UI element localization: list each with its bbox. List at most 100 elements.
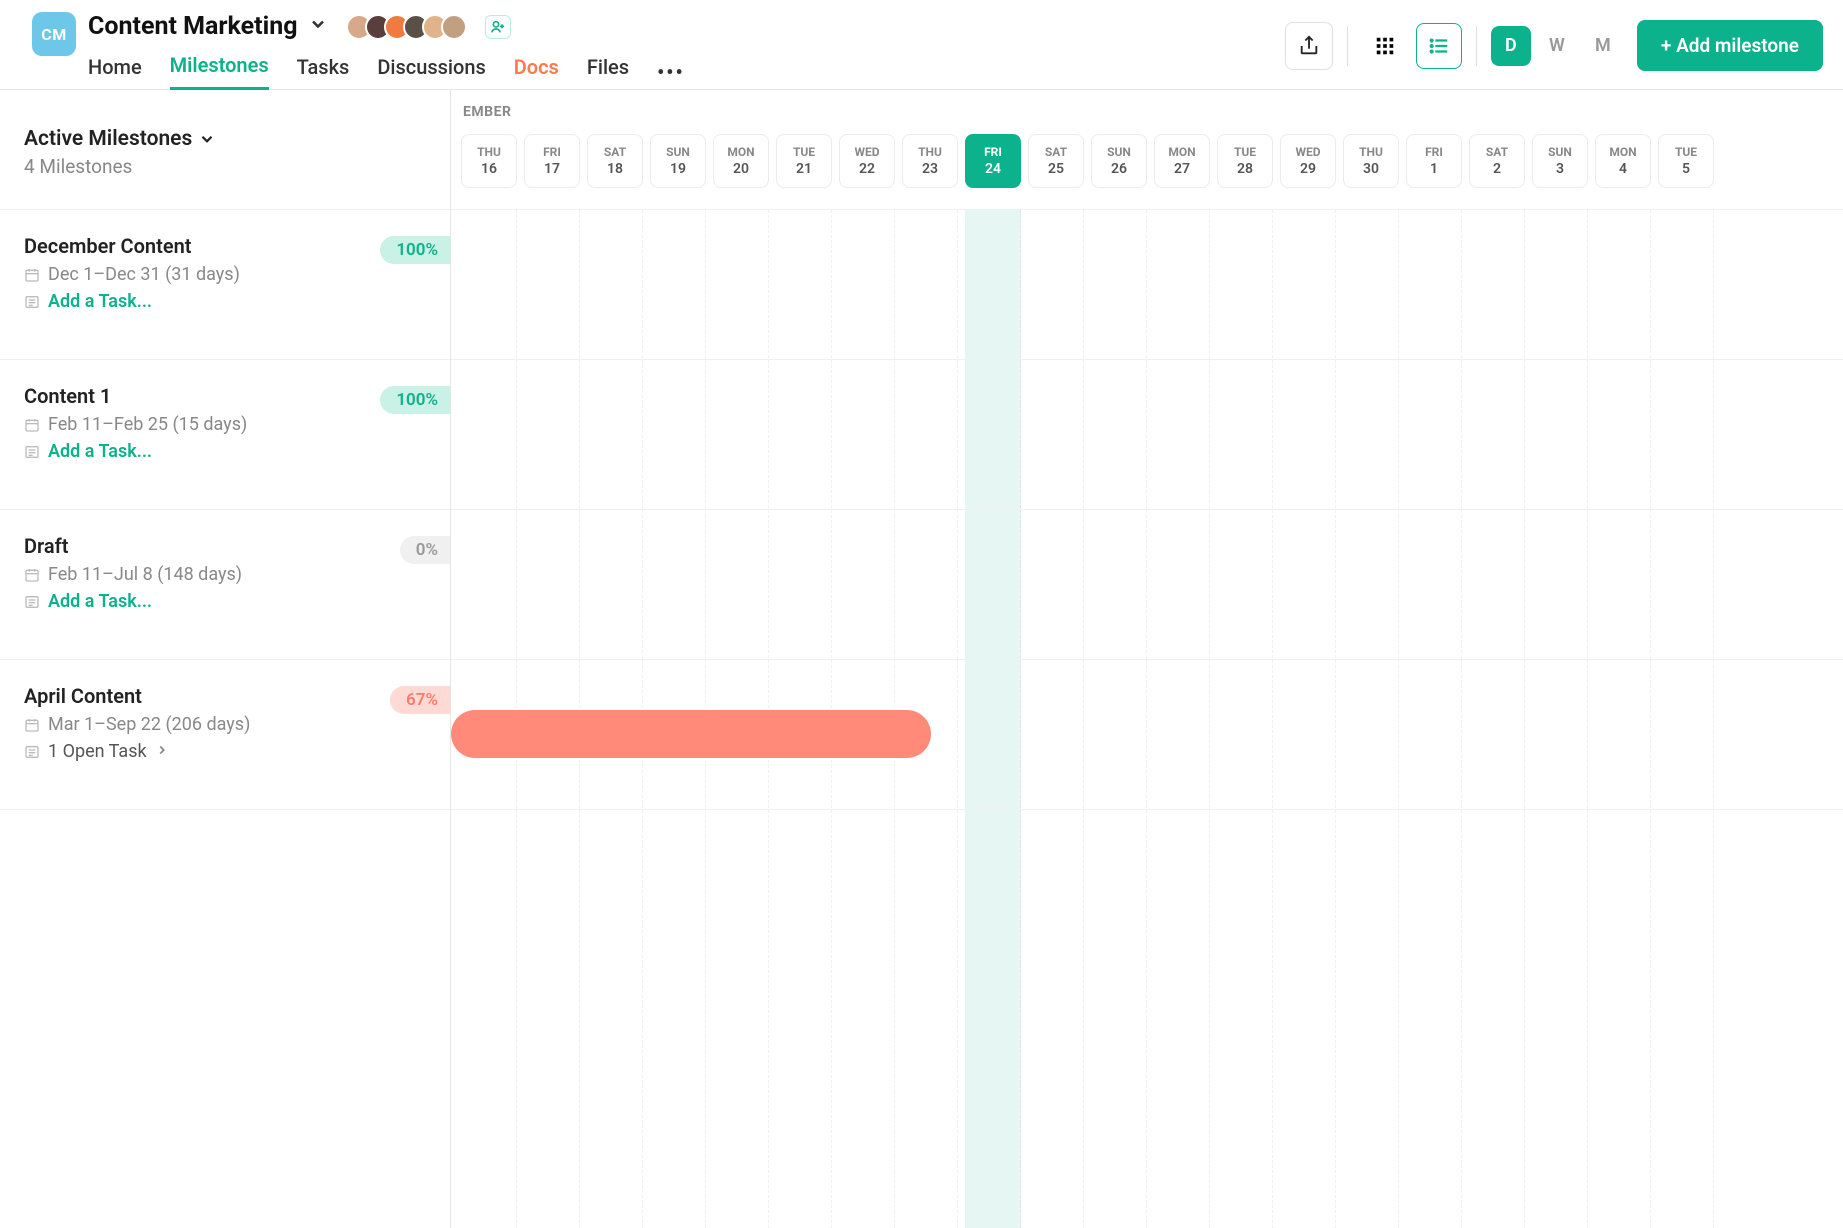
zoom-day[interactable]: D [1491, 26, 1531, 66]
day-of-week: THU [918, 145, 942, 159]
list-view-button[interactable] [1416, 23, 1462, 69]
timeline-body[interactable] [451, 210, 1843, 1228]
day-of-week: MON [1609, 145, 1636, 159]
task-icon [24, 744, 40, 760]
day-of-week: FRI [984, 145, 1002, 159]
milestone-row[interactable]: Content 1 Feb 11–Feb 25 (15 days) Add a … [0, 360, 450, 510]
avatar[interactable] [441, 14, 467, 40]
day-cell[interactable]: TUE21 [776, 134, 832, 188]
tab-milestones[interactable]: Milestones [170, 53, 269, 90]
day-cell[interactable]: SUN3 [1532, 134, 1588, 188]
day-number: 5 [1682, 161, 1690, 177]
zoom-toggle: D W M [1491, 26, 1623, 66]
day-number: 23 [922, 161, 938, 177]
day-of-week: THU [477, 145, 501, 159]
add-task-link[interactable]: Add a Task... [24, 591, 426, 612]
day-cell[interactable]: MON27 [1154, 134, 1210, 188]
day-cell[interactable]: FRI1 [1406, 134, 1462, 188]
day-cell[interactable]: FRI 24 [965, 134, 1021, 188]
milestone-date: Feb 11–Feb 25 (15 days) [24, 414, 426, 435]
day-of-week: SAT [1045, 145, 1067, 159]
day-cell[interactable]: THU30 [1343, 134, 1399, 188]
add-task-text: Add a Task... [48, 441, 152, 462]
milestone-row[interactable]: Draft Feb 11–Jul 8 (148 days) Add a Task… [0, 510, 450, 660]
day-cell[interactable]: THU16 [461, 134, 517, 188]
task-icon [24, 594, 40, 610]
day-cell[interactable]: SAT 18 [587, 134, 643, 188]
tab-tasks[interactable]: Tasks [297, 55, 350, 89]
day-of-week: WED [854, 145, 879, 159]
milestone-date: Mar 1–Sep 22 (206 days) [24, 714, 426, 735]
tab-discussions[interactable]: Discussions [377, 55, 485, 89]
add-milestone-button[interactable]: + Add milestone [1637, 20, 1823, 71]
day-number: 19 [670, 161, 686, 177]
day-number: 24 [985, 161, 1001, 177]
day-of-week: TUE [1234, 145, 1256, 159]
day-of-week: FRI [1425, 145, 1443, 159]
add-task-link[interactable]: Add a Task... [24, 291, 426, 312]
divider [1476, 26, 1477, 66]
add-task-text: Add a Task... [48, 591, 152, 612]
chevron-right-icon [155, 741, 169, 762]
day-number: 30 [1363, 161, 1379, 177]
more-icon[interactable]: ••• [657, 60, 685, 84]
project-icon[interactable]: CM [32, 12, 76, 56]
day-number: 28 [1237, 161, 1253, 177]
day-cell[interactable]: WED29 [1280, 134, 1336, 188]
day-of-week: SUN [1548, 145, 1572, 159]
day-of-week: WED [1295, 145, 1320, 159]
day-cells: THU16FRI17SAT18SUN19MON20TUE21WED22THU23… [451, 134, 1843, 188]
day-cell[interactable]: TUE 28 [1217, 134, 1273, 188]
day-of-week: SAT [1486, 145, 1508, 159]
sidebar-head: Active Milestones 4 Milestones [0, 90, 450, 210]
open-tasks-text: 1 Open Task [48, 741, 147, 762]
project-title: Content Marketing [88, 12, 298, 41]
row-divider [451, 210, 1843, 360]
progress-badge: 0% [400, 536, 450, 564]
milestone-name: Content 1 [24, 384, 426, 408]
chevron-down-icon[interactable] [308, 14, 328, 39]
day-number: 18 [607, 161, 623, 177]
header-right: D W M + Add milestone [1285, 12, 1823, 71]
day-number: 17 [544, 161, 560, 177]
day-of-week: SAT [604, 145, 626, 159]
month-label: EMBER [463, 104, 1843, 120]
add-task-text: Add a Task... [48, 291, 152, 312]
milestone-row[interactable]: December Content Dec 1–Dec 31 (31 days) … [0, 210, 450, 360]
timeline-head: EMBER THU16FRI17SAT18SUN19MON20TUE21WED2… [451, 90, 1843, 210]
share-button[interactable] [1285, 22, 1333, 70]
day-cell[interactable]: SUN19 [650, 134, 706, 188]
add-task-link[interactable]: Add a Task... [24, 441, 426, 462]
day-cell[interactable]: FRI17 [524, 134, 580, 188]
grid-view-button[interactable] [1362, 23, 1408, 69]
zoom-week[interactable]: W [1537, 26, 1577, 66]
tab-home[interactable]: Home [88, 55, 142, 89]
day-number: 26 [1111, 161, 1127, 177]
day-cell[interactable]: SAT2 [1469, 134, 1525, 188]
timeline: EMBER THU16FRI17SAT18SUN19MON20TUE21WED2… [450, 90, 1843, 1228]
progress-badge: 67% [390, 686, 450, 714]
day-cell[interactable]: MON20 [713, 134, 769, 188]
day-cell[interactable]: SUN26 [1091, 134, 1147, 188]
chevron-down-icon [198, 130, 216, 148]
milestone-row[interactable]: April Content Mar 1–Sep 22 (206 days) 1 … [0, 660, 450, 810]
day-cell[interactable]: WED22 [839, 134, 895, 188]
sidebar-filter[interactable]: Active Milestones [24, 127, 426, 151]
content: Active Milestones 4 Milestones December … [0, 90, 1843, 1228]
tab-docs[interactable]: Docs [514, 55, 559, 89]
calendar-icon [24, 717, 40, 733]
add-member-icon[interactable] [485, 15, 511, 39]
day-cell[interactable]: SAT25 [1028, 134, 1084, 188]
avatar-stack[interactable] [346, 14, 467, 40]
tab-files[interactable]: Files [587, 55, 629, 89]
day-number: 4 [1619, 161, 1627, 177]
row-divider [451, 510, 1843, 660]
day-cell[interactable]: MON 4 [1595, 134, 1651, 188]
day-cell[interactable]: TUE5 [1658, 134, 1714, 188]
milestone-bar[interactable] [451, 710, 931, 758]
open-tasks-link[interactable]: 1 Open Task [24, 741, 426, 762]
zoom-month[interactable]: M [1583, 26, 1623, 66]
day-cell[interactable]: THU 23 [902, 134, 958, 188]
day-of-week: MON [1168, 145, 1195, 159]
header-left: CM Content Marketing Home Milestones Tas… [32, 12, 1285, 90]
